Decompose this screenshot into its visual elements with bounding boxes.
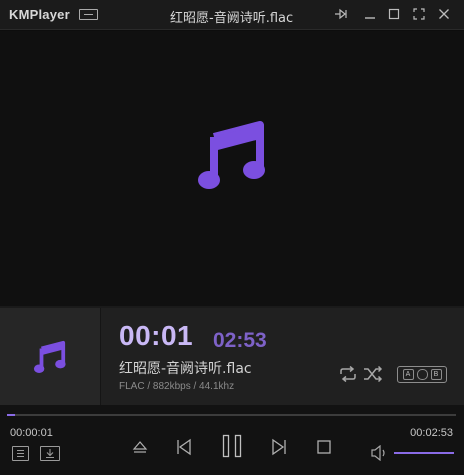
track-name: 红昭愿-音阙诗听.flac: [119, 361, 252, 377]
ab-repeat-button[interactable]: A B: [397, 366, 447, 383]
elapsed-time: 00:00:01: [10, 427, 53, 439]
duration-time: 00:02:53: [410, 427, 453, 439]
repeat-icon[interactable]: [338, 366, 358, 382]
ab-point-a: A: [402, 369, 414, 380]
seek-bar-progress: [7, 414, 15, 416]
ab-loop-icon: [416, 369, 428, 380]
info-panel: 00:01 02:53 红昭愿-音阙诗听.flac FLAC / 882kbps…: [0, 308, 464, 405]
ab-point-b: B: [430, 369, 442, 380]
album-thumbnail: [0, 308, 101, 405]
current-time-display: 00:01: [119, 320, 194, 351]
eject-icon[interactable]: [130, 437, 150, 457]
minimize-icon[interactable]: [362, 6, 378, 22]
playlist-icon[interactable]: [12, 446, 29, 461]
maximize-icon[interactable]: [386, 6, 402, 22]
control-bar: 00:00:01 00:02:53: [0, 405, 464, 475]
volume-slider[interactable]: [394, 452, 454, 454]
title-bar[interactable]: KMPlayer 红昭愿-音阙诗听.flac: [0, 0, 464, 30]
app-logo[interactable]: KMPlayer: [9, 7, 70, 22]
music-note-icon: [198, 121, 265, 189]
next-icon[interactable]: [268, 436, 290, 458]
previous-icon[interactable]: [173, 436, 195, 458]
total-time-display: 02:53: [213, 329, 267, 352]
download-icon[interactable]: [40, 446, 60, 461]
window-title: 红昭愿-音阙诗听.flac: [170, 11, 294, 26]
stop-icon[interactable]: [313, 436, 335, 458]
shuffle-icon[interactable]: [363, 366, 383, 382]
pause-icon[interactable]: [219, 433, 245, 459]
track-format-info: FLAC / 882kbps / 44.1khz: [119, 381, 235, 392]
video-area[interactable]: [0, 31, 464, 306]
mini-mode-icon[interactable]: [79, 9, 98, 20]
volume-icon[interactable]: [370, 445, 390, 461]
pin-icon[interactable]: [333, 6, 349, 22]
seek-bar[interactable]: [7, 414, 456, 416]
music-note-thumb-icon: [33, 340, 66, 374]
close-icon[interactable]: [436, 6, 452, 22]
fullscreen-icon[interactable]: [411, 6, 427, 22]
